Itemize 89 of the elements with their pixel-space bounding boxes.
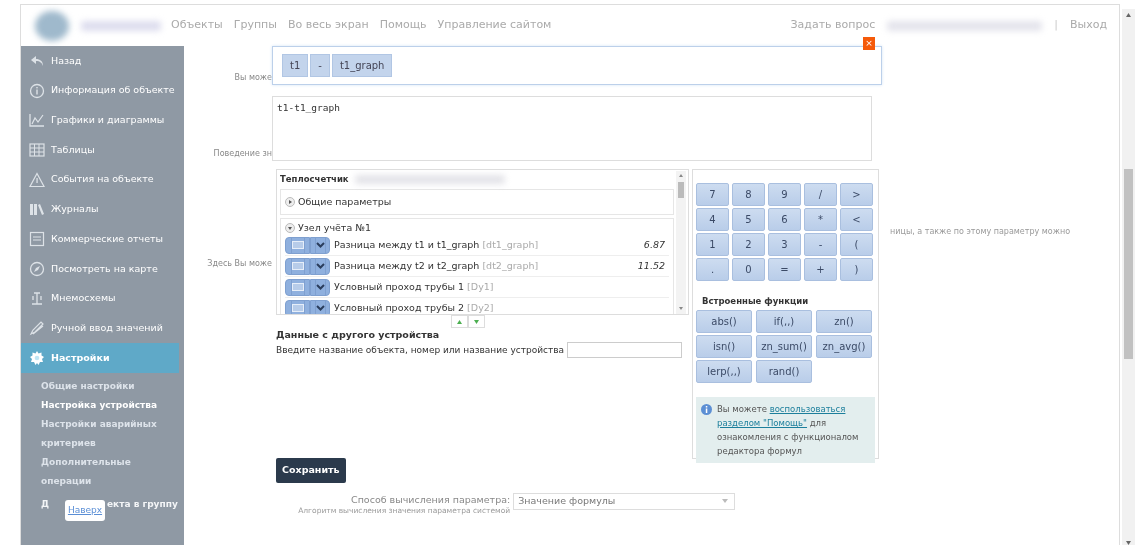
dropdown-button[interactable] (310, 299, 330, 314)
keypad-key[interactable]: < (840, 208, 873, 231)
keypad-key[interactable]: . (696, 258, 729, 281)
parameter-value: 11.52 (637, 259, 666, 274)
help-link[interactable]: разделом "Помощь" (717, 417, 808, 428)
help-link[interactable]: воспользоваться (769, 403, 846, 414)
document-icon (29, 230, 45, 247)
keypad-key[interactable]: 7 (696, 183, 729, 206)
formula-token[interactable]: t1 (282, 54, 309, 77)
settings-icon (29, 349, 45, 366)
formula-token[interactable]: t1_graph (331, 54, 393, 77)
keypad-key[interactable]: 4 (696, 208, 729, 231)
chevron-down-icon (315, 284, 325, 291)
monitor-icon (291, 303, 304, 313)
form-label: Вы може (233, 72, 272, 84)
dropdown-button[interactable] (310, 257, 330, 275)
parameter-name: Условный проход трубы 2 [Dy2] (334, 301, 494, 314)
section-title: Данные с другого устройства (276, 328, 441, 342)
expand-icon[interactable] (285, 196, 295, 207)
keypad-key[interactable]: 1 (696, 233, 729, 256)
pencil-icon (29, 320, 45, 337)
function-button[interactable]: zn_sum() (756, 334, 812, 358)
parameter-value: 6.87 (643, 238, 666, 253)
monitor-icon (291, 282, 304, 292)
keypad-key[interactable]: 8 (732, 183, 765, 206)
parameter-name: Разница между t1 и t1_graph [dt1_graph] (334, 238, 539, 253)
move-button[interactable] (450, 315, 468, 328)
keypad-key[interactable]: > (840, 183, 873, 206)
parameter-name: Разница между t2 и t2_graph [dt2_graph] (334, 259, 539, 274)
info-text: Вы можете воспользоваться разделом "Помощь" для ознакомления с функционалом редактора формул (717, 402, 860, 458)
back-to-top-button[interactable]: Наверх (65, 500, 105, 521)
form-label: Поведение зн (212, 148, 272, 160)
keypad-key[interactable]: + (804, 258, 837, 281)
separator: | (1054, 17, 1058, 34)
function-button[interactable]: lerp(,,) (696, 359, 752, 383)
device-name: Теплосчетчик (280, 173, 349, 186)
function-button[interactable]: zn_avg() (816, 334, 872, 358)
hint-text: ницы, а также по этому параметру можно (890, 226, 1071, 238)
functions-title: Встроенные функции (702, 295, 810, 308)
close-button[interactable]: × (863, 37, 875, 50)
field-label: Введите название объекта, номер или название устройства (276, 343, 565, 357)
chevron-down-icon (315, 263, 325, 270)
dropdown-button[interactable] (310, 278, 330, 296)
function-button[interactable]: abs() (696, 309, 752, 333)
monitor-icon (291, 261, 304, 271)
schematic-icon (29, 290, 45, 307)
device-search-field[interactable] (567, 342, 683, 359)
info-icon (701, 403, 712, 415)
logo-icon[interactable] (35, 10, 69, 41)
chevron-down-icon (315, 242, 325, 249)
move-button[interactable] (467, 315, 485, 328)
method-select[interactable]: Значение формулы (513, 492, 736, 510)
chart-icon (29, 112, 45, 129)
function-button[interactable]: rand() (756, 359, 812, 383)
formula-token[interactable]: - (310, 54, 330, 77)
group-label[interactable]: Общие параметры (298, 194, 392, 209)
dropdown-button[interactable] (310, 236, 330, 254)
keypad-key[interactable]: 6 (768, 208, 801, 231)
function-button[interactable]: isn() (696, 334, 752, 358)
table-icon (29, 141, 45, 158)
keypad-key[interactable]: = (768, 258, 801, 281)
formula-input[interactable]: t1-t1_graph (272, 96, 872, 161)
function-button[interactable]: if(,,) (756, 309, 812, 333)
arrow-down-icon (472, 318, 480, 325)
caret-icon (722, 499, 729, 503)
keypad-key[interactable]: / (804, 183, 837, 206)
keypad-key[interactable]: - (804, 233, 837, 256)
parameter-name: Условный проход трубы 1 [Dy1] (334, 280, 494, 295)
arrow-up-icon (455, 318, 463, 325)
keypad-key[interactable]: ( (840, 233, 873, 256)
monitor-icon (291, 240, 304, 250)
keypad-key[interactable]: 9 (768, 183, 801, 206)
chevron-down-icon (315, 305, 325, 312)
keypad-key[interactable]: ) (840, 258, 873, 281)
field-label: Способ вычисления параметра: (351, 492, 511, 507)
function-button[interactable]: zn() (816, 309, 872, 333)
keypad-key[interactable]: 3 (768, 233, 801, 256)
compass-icon (29, 260, 45, 277)
keypad-key[interactable]: 2 (732, 233, 765, 256)
keypad-key[interactable]: * (804, 208, 837, 231)
keypad-key[interactable]: 5 (732, 208, 765, 231)
keypad-key[interactable]: 0 (732, 258, 765, 281)
collapse-icon[interactable] (285, 223, 295, 234)
save-button[interactable]: Сохранить (276, 458, 346, 483)
form-label: Здесь Вы може (206, 258, 272, 270)
warning-icon (29, 171, 45, 188)
books-icon (29, 201, 45, 218)
group-label[interactable]: Узел учёта №1 (298, 221, 372, 236)
info-icon (29, 82, 45, 99)
